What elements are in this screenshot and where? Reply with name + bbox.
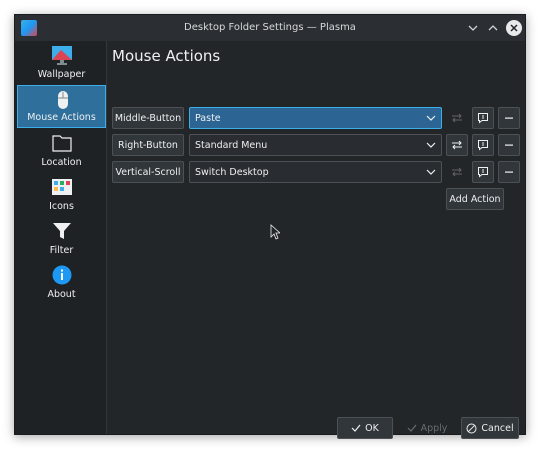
combo-value: Switch Desktop <box>195 166 269 178</box>
configure-button-middle[interactable] <box>446 107 468 129</box>
about-plugin-button-right[interactable] <box>472 134 494 156</box>
folder-icon <box>52 135 72 152</box>
combo-value: Paste <box>195 112 221 124</box>
configure-icon <box>452 167 462 177</box>
wallpaper-icon <box>52 46 72 65</box>
ok-button[interactable]: OK <box>337 417 393 439</box>
sidebar-item-label: Location <box>41 157 82 168</box>
remove-button-middle[interactable] <box>498 107 520 129</box>
sidebar-item-label: Filter <box>49 245 74 256</box>
configure-button-vertical-scroll[interactable] <box>446 161 468 183</box>
trigger-button-vertical-scroll[interactable]: Vertical-Scroll <box>112 161 184 183</box>
combo-value: Standard Menu <box>195 139 268 151</box>
main-content: Mouse Actions Middle-Button Paste Right-… <box>107 41 525 439</box>
mouse-icon <box>58 91 68 109</box>
sidebar-item-about[interactable]: About <box>17 261 106 304</box>
close-icon <box>510 24 518 32</box>
mouse-pointer-icon <box>270 224 280 240</box>
page-title: Mouse Actions <box>112 47 221 65</box>
trigger-button-right[interactable]: Right-Button <box>112 134 184 156</box>
chevron-down-icon <box>426 115 436 121</box>
info-icon <box>52 265 72 285</box>
window-title: Desktop Folder Settings — Plasma <box>184 22 356 33</box>
minus-icon <box>505 144 513 146</box>
about-plugin-button-middle[interactable] <box>472 107 494 129</box>
action-combo-right[interactable]: Standard Menu <box>189 134 442 156</box>
filter-icon <box>53 223 71 239</box>
apply-button[interactable]: Apply <box>399 417 455 439</box>
sidebar-item-mouse-actions[interactable]: Mouse Actions <box>17 85 106 128</box>
sidebar-item-label: About <box>47 289 76 300</box>
sidebar-item-label: Mouse Actions <box>27 112 96 123</box>
plugin-info-icon <box>478 113 488 124</box>
remove-button-right[interactable] <box>498 134 520 156</box>
about-plugin-button-vertical-scroll[interactable] <box>472 161 494 183</box>
close-button[interactable] <box>506 20 522 36</box>
sidebar-item-label: Icons <box>49 201 74 212</box>
minimize-button[interactable] <box>465 20 481 36</box>
cancel-label: Cancel <box>481 422 514 434</box>
checkmark-icon <box>351 424 361 432</box>
minus-icon <box>505 171 513 173</box>
checkmark-icon <box>407 424 417 432</box>
apply-label: Apply <box>420 422 448 434</box>
category-sidebar: Wallpaper Mouse Actions Location Icons F… <box>15 41 107 434</box>
minus-icon <box>505 117 513 119</box>
chevron-down-icon <box>426 169 436 175</box>
trigger-button-middle[interactable]: Middle-Button <box>112 107 184 129</box>
sidebar-item-label: Wallpaper <box>37 69 86 80</box>
remove-button-vertical-scroll[interactable] <box>498 161 520 183</box>
sidebar-item-icons[interactable]: Icons <box>17 173 106 216</box>
action-combo-middle[interactable]: Paste <box>189 107 442 129</box>
title-bar: Desktop Folder Settings — Plasma <box>15 15 525 41</box>
configure-icon <box>452 140 462 150</box>
cancel-button[interactable]: Cancel <box>461 417 519 439</box>
chevron-down-icon <box>468 25 478 31</box>
cancel-icon <box>466 423 477 433</box>
add-action-button[interactable]: Add Action <box>446 188 504 210</box>
action-combo-vertical-scroll[interactable]: Switch Desktop <box>189 161 442 183</box>
chevron-down-icon <box>426 142 436 148</box>
chevron-up-icon <box>488 25 498 31</box>
configure-icon <box>452 113 462 123</box>
ok-label: OK <box>365 422 379 434</box>
sidebar-item-filter[interactable]: Filter <box>17 217 106 260</box>
plugin-info-icon <box>478 140 488 151</box>
sidebar-item-wallpaper[interactable]: Wallpaper <box>17 41 106 84</box>
configure-button-right[interactable] <box>446 134 468 156</box>
sidebar-item-location[interactable]: Location <box>17 129 106 172</box>
maximize-button[interactable] <box>485 20 501 36</box>
plugin-info-icon <box>478 167 488 178</box>
icons-grid-icon <box>52 179 72 195</box>
